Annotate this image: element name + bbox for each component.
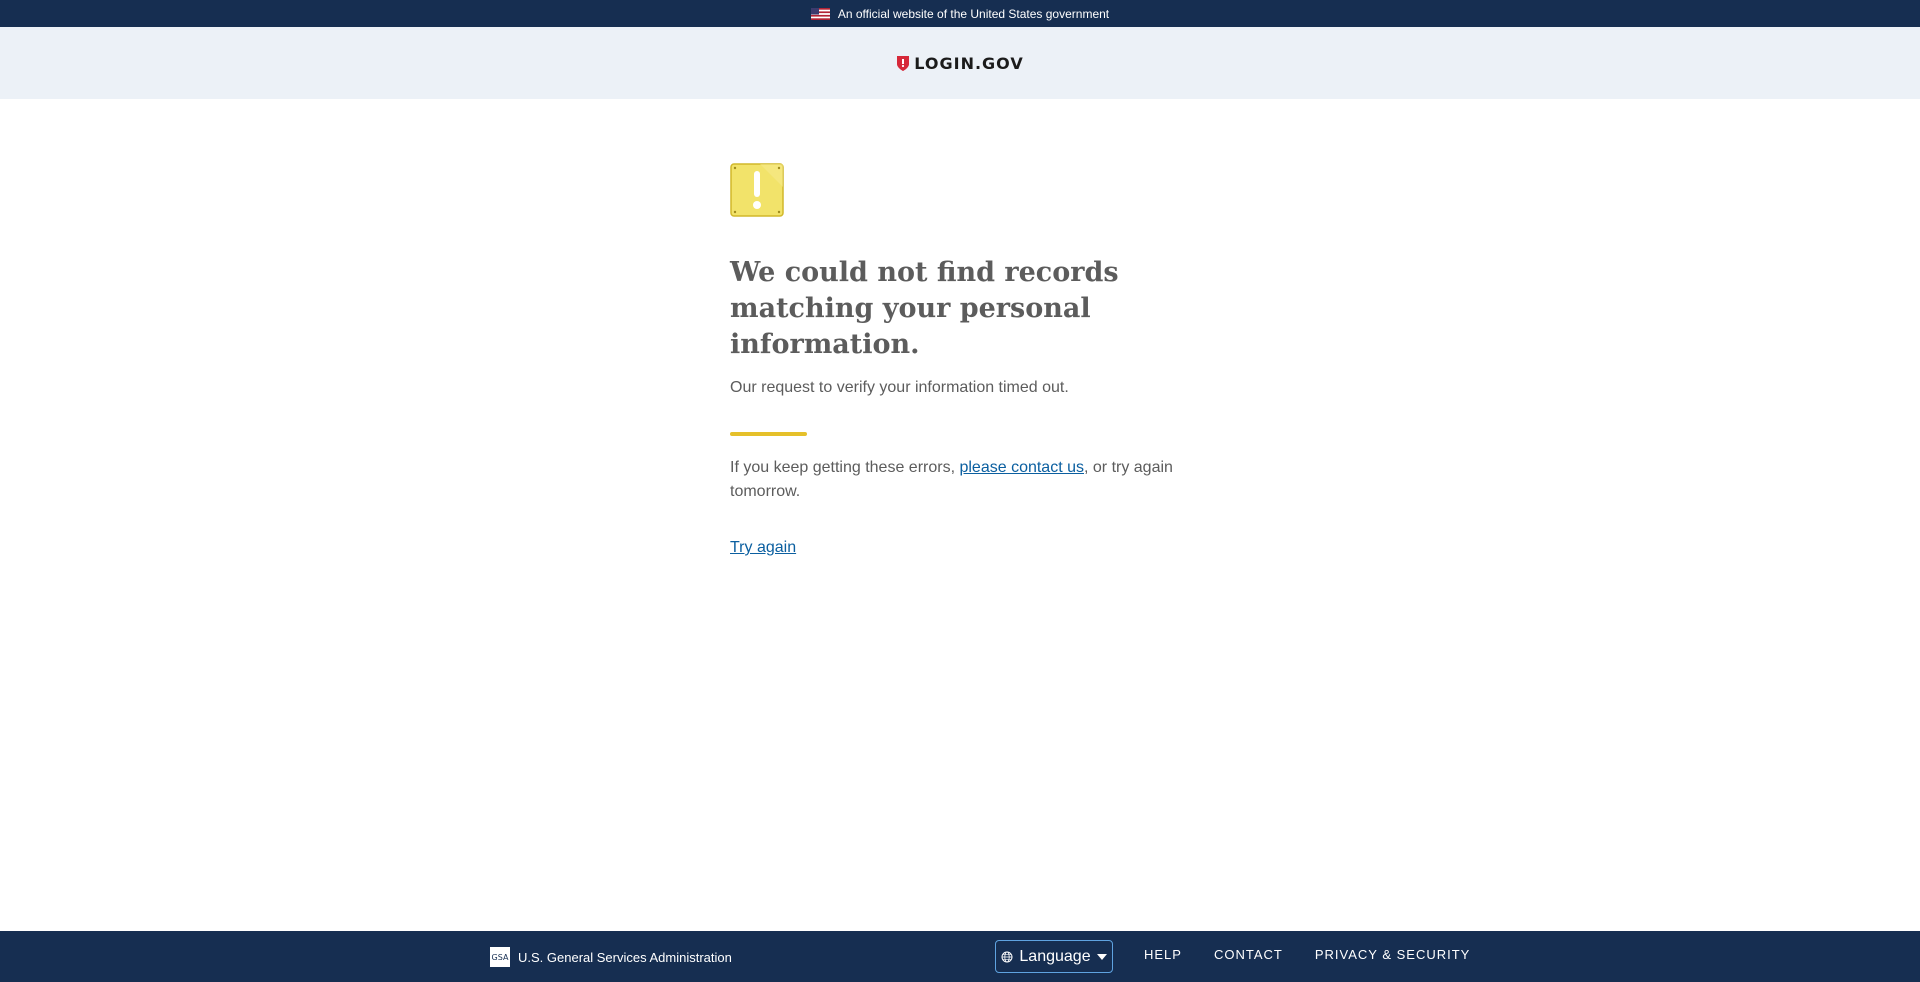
contact-us-link[interactable]: please contact us	[959, 459, 1084, 476]
agency-name: U.S. General Services Administration	[518, 949, 732, 965]
gov-banner: An official website of the United States…	[0, 0, 1920, 27]
globe-icon	[1001, 951, 1013, 962]
login-shield-icon	[897, 55, 910, 71]
language-button[interactable]: Language	[995, 940, 1113, 973]
caret-down-icon	[1096, 953, 1107, 960]
gsa-logo-icon: GSA	[490, 947, 510, 967]
try-again-link[interactable]: Try again	[730, 536, 796, 560]
site-header: LOGIN.GOV	[0, 27, 1920, 99]
main-content: We could not find records matching your …	[730, 163, 1190, 560]
site-footer: GSA U.S. General Services Administration…	[0, 931, 1920, 982]
us-flag-icon	[810, 7, 830, 20]
logo-text: LOGIN.GOV	[914, 53, 1024, 73]
login-gov-logo[interactable]: LOGIN.GOV	[896, 54, 1023, 73]
lead-text: Our request to verify your information t…	[730, 379, 1069, 396]
page-title: We could not find records matching your …	[730, 257, 1119, 360]
accent-divider	[730, 432, 807, 436]
footer-links: HELP CONTACT PRIVACY & SECURITY	[1144, 947, 1470, 962]
footer-help-link[interactable]: HELP	[1144, 947, 1182, 962]
gsa-branding[interactable]: GSA U.S. General Services Administration	[490, 947, 732, 967]
gov-banner-text: An official website of the United States…	[837, 6, 1110, 21]
language-label: Language	[1019, 947, 1091, 965]
warning-icon	[730, 163, 784, 217]
help-text: If you keep getting these errors, please…	[730, 456, 1190, 504]
footer-privacy-link[interactable]: PRIVACY & SECURITY	[1315, 947, 1471, 962]
footer-contact-link[interactable]: CONTACT	[1214, 947, 1283, 962]
help-prefix: If you keep getting these errors,	[730, 459, 960, 476]
